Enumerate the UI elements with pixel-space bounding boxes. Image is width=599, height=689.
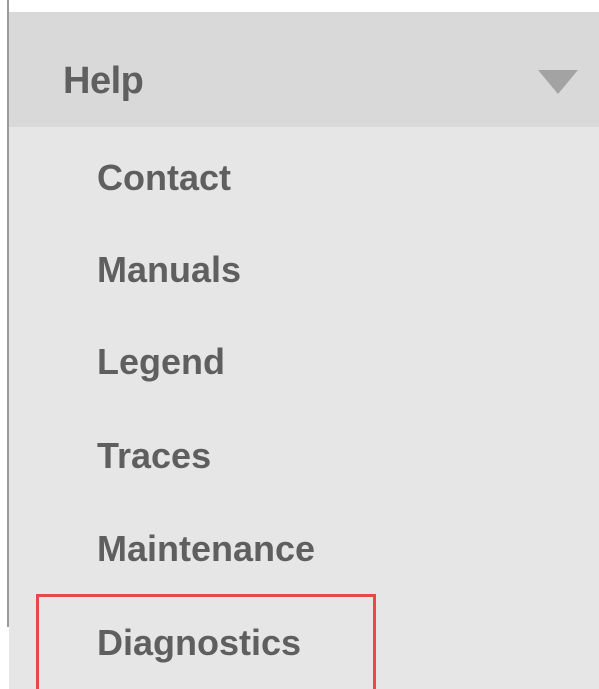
menu-item-legend[interactable]: Legend <box>9 317 599 407</box>
chevron-down-icon[interactable] <box>538 70 578 94</box>
help-menu-list: Contact Manuals Legend Traces Maintenanc… <box>9 127 599 689</box>
menu-header-label: Help <box>63 60 144 102</box>
menu-item-traces[interactable]: Traces <box>9 411 599 501</box>
menu-item-label: Traces <box>97 435 212 476</box>
menu-item-label: Contact <box>97 157 231 198</box>
menu-item-diagnostics[interactable]: Diagnostics <box>9 598 599 688</box>
help-menu-panel: Help Contact Manuals Legend Traces Maint… <box>0 0 599 689</box>
menu-item-label: Diagnostics <box>97 622 302 663</box>
menu-item-label: Maintenance <box>97 528 316 569</box>
help-menu-header[interactable]: Help <box>9 12 599 127</box>
menu-item-contact[interactable]: Contact <box>9 133 599 223</box>
menu-item-maintenance[interactable]: Maintenance <box>9 504 599 594</box>
panel-edge <box>0 627 9 689</box>
menu-item-label: Legend <box>97 341 226 382</box>
menu-item-label: Manuals <box>97 249 242 290</box>
menu-item-manuals[interactable]: Manuals <box>9 225 599 315</box>
